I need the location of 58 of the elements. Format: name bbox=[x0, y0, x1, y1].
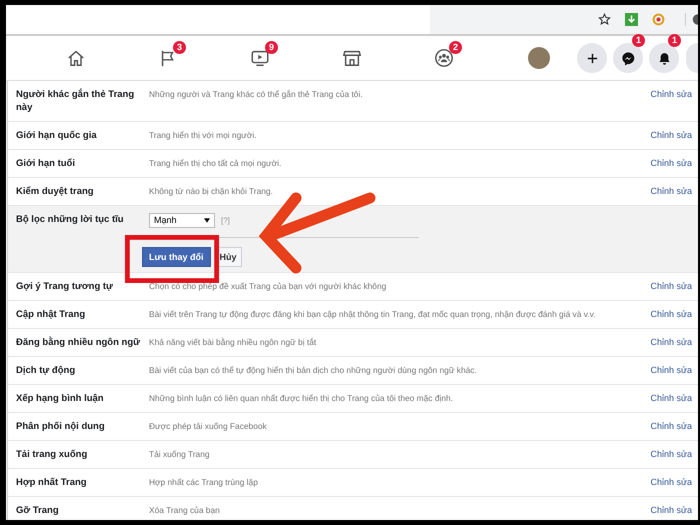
edit-link[interactable]: Chỉnh sửa bbox=[650, 157, 692, 170]
store-icon[interactable] bbox=[342, 48, 362, 68]
save-button[interactable]: Lưu thay đổi bbox=[142, 247, 211, 267]
edit-link[interactable]: Chỉnh sửa bbox=[650, 476, 692, 489]
setting-label: Hợp nhất Trang bbox=[16, 476, 88, 489]
setting-label: Người khác gắn thẻ Trang này bbox=[16, 88, 136, 114]
setting-value: Những người và Trang khác có thể gắn thẻ Trang của tôi. bbox=[149, 88, 364, 101]
setting-label: Kiểm duyệt trang bbox=[16, 185, 95, 198]
home-icon[interactable] bbox=[66, 48, 86, 68]
avatar[interactable] bbox=[528, 47, 550, 69]
edit-link[interactable]: Chỉnh sửa bbox=[650, 308, 692, 321]
setting-value: Trang hiển thị với mọi người. bbox=[149, 129, 258, 142]
messenger-button[interactable] bbox=[613, 43, 643, 73]
setting-label: Dịch tự động bbox=[16, 364, 76, 377]
setting-label: Đăng bằng nhiều ngôn ngữ bbox=[16, 336, 142, 349]
setting-label: Xếp hạng bình luận bbox=[16, 392, 105, 405]
messenger-icon bbox=[620, 50, 636, 66]
setting-value: Xóa Trang của bạn bbox=[149, 504, 221, 517]
setting-value: Chọn có cho phép đề xuất Trang của bạn với người khác không bbox=[149, 280, 388, 293]
setting-label: Phân phối nội dung bbox=[16, 420, 106, 433]
edit-link[interactable]: Chỉnh sửa bbox=[650, 280, 692, 293]
video-icon[interactable] bbox=[250, 48, 270, 68]
setting-label: Giới hạn tuổi bbox=[16, 157, 76, 170]
setting-label: Giới hạn quốc gia bbox=[16, 129, 98, 142]
groups-icon[interactable] bbox=[434, 48, 454, 68]
setting-value: Những bình luận có liên quan nhất được hiển thị cho Trang của tôi theo mặc định. bbox=[149, 392, 454, 405]
edit-link[interactable]: Chỉnh sửa bbox=[650, 88, 692, 101]
edit-link[interactable]: Chỉnh sửa bbox=[650, 392, 692, 405]
star-icon[interactable] bbox=[598, 13, 611, 26]
extension-icon[interactable] bbox=[652, 13, 665, 26]
filter-dropdown[interactable]: Mạnh bbox=[149, 213, 215, 228]
plus-button[interactable] bbox=[577, 43, 607, 73]
edit-link[interactable]: Chỉnh sửa bbox=[650, 364, 692, 377]
edit-link[interactable]: Chỉnh sửa bbox=[650, 185, 692, 198]
setting-value: Bài viết của bạn có thể tự động hiển thị bản dịch cho những người dùng ngôn ngữ khác. bbox=[149, 364, 478, 377]
caret-icon bbox=[204, 218, 210, 223]
notification-badge: 3 bbox=[173, 41, 186, 54]
edit-link[interactable]: Chỉnh sửa bbox=[650, 504, 692, 517]
setting-value: Hợp nhất các Trang trùng lặp bbox=[149, 476, 259, 489]
setting-value: Khả năng viết bài bằng nhiều ngôn ngữ bị tắt bbox=[149, 336, 318, 349]
setting-label: Cập nhật Trang bbox=[16, 308, 86, 321]
notification-badge: 9 bbox=[265, 41, 278, 54]
setting-value: Tải xuống Trang bbox=[149, 448, 211, 461]
bell-button[interactable] bbox=[649, 43, 679, 73]
edit-link[interactable]: Chỉnh sửa bbox=[650, 448, 692, 461]
setting-label: Gỡ Trang bbox=[16, 504, 60, 517]
setting-label: Gợi ý Trang tương tự bbox=[16, 280, 114, 293]
setting-value: Bài viết trên Trang tự động được đăng khi bạn cập nhật thông tin Trang, đạt mốc quan trọng, nhận được đánh giá và v.v. bbox=[149, 308, 597, 321]
edit-link[interactable]: Chỉnh sửa bbox=[650, 420, 692, 433]
setting-value: Trang hiển thị cho tất cả mọi người. bbox=[149, 157, 282, 170]
download-icon[interactable] bbox=[625, 13, 638, 26]
setting-value: Không từ nào bị chặn khỏi Trang. bbox=[149, 185, 274, 198]
setting-label: Bộ lọc những lời tục tĩu bbox=[16, 213, 125, 226]
notification-badge: 2 bbox=[449, 41, 462, 54]
setting-label: Tải trang xuống bbox=[16, 448, 88, 461]
setting-value: Được phép tải xuống Facebook bbox=[149, 420, 268, 433]
edit-link[interactable]: Chỉnh sửa bbox=[650, 129, 692, 142]
edit-link[interactable]: Chỉnh sửa bbox=[650, 336, 692, 349]
